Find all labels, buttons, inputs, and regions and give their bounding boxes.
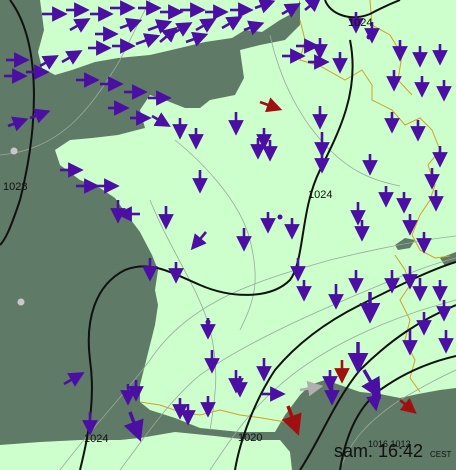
map-canvas: 1024 1024 1028 1024 1020 1016 1012 sam. …	[0, 0, 456, 470]
isobar-label-south: 1020	[238, 432, 262, 444]
timezone-label: CEST	[430, 450, 451, 459]
isobar-label-south-west: 1024	[84, 433, 108, 445]
isobar-label-west: 1028	[3, 181, 27, 193]
station-dot-icon	[10, 147, 18, 155]
isobar-label-north-east: 1024	[348, 17, 372, 29]
weather-map: 1024 1024 1028 1024 1020 1016 1012 sam. …	[0, 0, 456, 470]
station-dot-icon	[17, 298, 25, 306]
station-dot-icon	[366, 34, 372, 40]
station-dot-icon	[277, 214, 283, 220]
isobar-label-center: 1024	[308, 189, 332, 201]
timestamp: sam. 16:42	[334, 441, 423, 461]
